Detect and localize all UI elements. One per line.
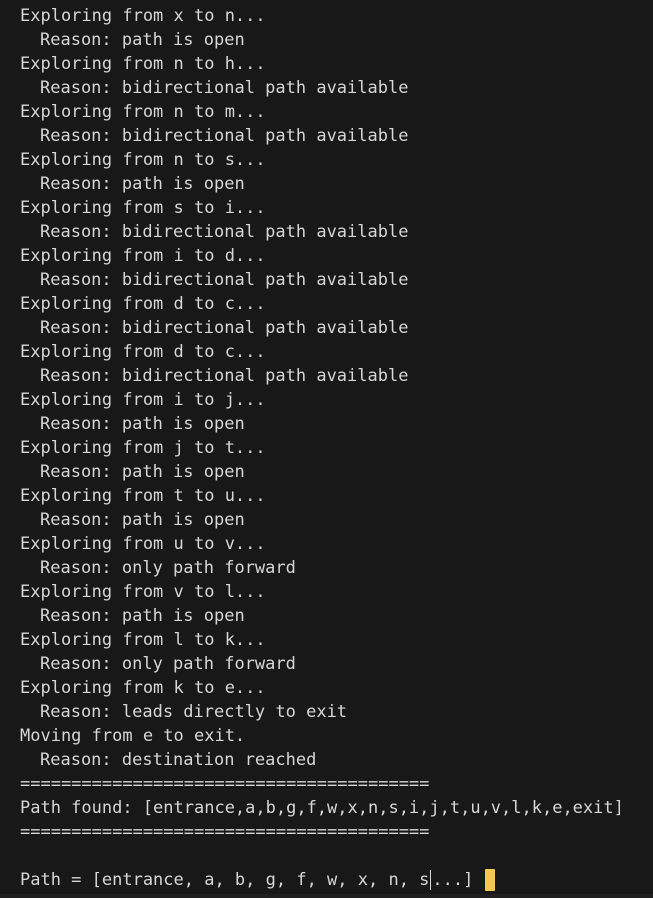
log-line-reason: Reason: path is open <box>40 174 245 194</box>
input-text-after-cursor: ...] <box>432 870 474 890</box>
log-line-explore: Exploring from v to l... <box>20 582 266 602</box>
log-line-reason: Reason: path is open <box>40 462 245 482</box>
log-blank-line <box>20 844 653 868</box>
log-line-explore: Exploring from n to m... <box>20 102 266 122</box>
log-line-explore: Exploring from d to c... <box>20 342 266 362</box>
log-line-reason: Reason: path is open <box>40 414 245 434</box>
log-line-explore: Moving from e to exit. <box>20 726 246 746</box>
log-line-explore: Exploring from i to j... <box>20 390 266 410</box>
log-line-explore: Exploring from n to s... <box>20 150 266 170</box>
log-line-reason: Reason: destination reached <box>40 750 317 770</box>
log-line-reason: Reason: only path forward <box>40 654 296 674</box>
log-line-reason: Reason: bidirectional path available <box>40 318 409 338</box>
log-line-explore: Exploring from t to u... <box>20 486 266 506</box>
log-line-explore: Exploring from i to d... <box>20 246 266 266</box>
log-line-explore: Exploring from n to h... <box>20 54 266 74</box>
log-line-reason: Reason: bidirectional path available <box>40 270 409 290</box>
input-text-before-cursor: Path = [entrance, a, b, g, f, w, x, n, s <box>20 870 430 890</box>
log-line-reason: Reason: path is open <box>40 510 245 530</box>
log-line-explore: Exploring from k to e... <box>20 678 266 698</box>
block-cursor <box>485 869 496 891</box>
log-line-reason: Reason: path is open <box>40 606 245 626</box>
terminal-window[interactable]: Exploring from x to n... Reason: path is … <box>0 0 653 898</box>
terminal-input-line[interactable]: Path = [entrance, a, b, g, f, w, x, n, s… <box>20 868 496 892</box>
log-line-explore: Exploring from u to v... <box>20 534 266 554</box>
log-line-reason: Reason: bidirectional path available <box>40 366 409 386</box>
log-line-explore: Exploring from x to n... <box>20 6 266 26</box>
log-line-explore: Exploring from l to k... <box>20 630 266 650</box>
log-separator: ======================================== <box>20 774 430 794</box>
log-line-path-found: Path found: [entrance,a,b,g,f,w,x,n,s,i,… <box>20 798 624 818</box>
log-line-explore: Exploring from d to c... <box>20 294 266 314</box>
log-line-reason: Reason: path is open <box>40 30 245 50</box>
terminal-bottom-border <box>0 894 653 898</box>
text-caret <box>430 870 432 890</box>
log-line-reason: Reason: bidirectional path available <box>40 78 409 98</box>
log-line-reason: Reason: leads directly to exit <box>40 702 348 722</box>
log-line-reason: Reason: only path forward <box>40 558 296 578</box>
log-separator: ======================================== <box>20 822 430 842</box>
log-line-explore: Exploring from s to i... <box>20 198 266 218</box>
terminal-output: Exploring from x to n... Reason: path is … <box>20 4 653 868</box>
log-line-reason: Reason: bidirectional path available <box>40 222 409 242</box>
log-line-reason: Reason: bidirectional path available <box>40 126 409 146</box>
log-line-explore: Exploring from j to t... <box>20 438 266 458</box>
